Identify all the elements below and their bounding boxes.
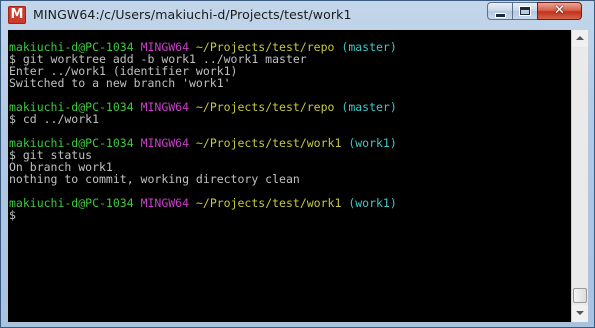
terminal-window: M MINGW64:/c/Users/makiuchi-d/Projects/t…	[0, 0, 595, 328]
prompt-branch: (work1)	[348, 196, 397, 210]
scroll-up-arrow-icon[interactable]	[572, 30, 588, 47]
prompt-path: ~/Projects/test/work1	[195, 136, 342, 150]
prompt-branch: (work1)	[348, 136, 397, 150]
output-line: nothing to commit, working directory cle…	[9, 172, 300, 186]
maximize-icon	[520, 7, 530, 15]
prompt-branch: (master)	[341, 100, 397, 114]
prompt-path: ~/Projects/test/work1	[195, 196, 342, 210]
console-output: makiuchi-d@PC-1034 MINGW64 ~/Projects/te…	[9, 41, 397, 221]
scrollbar-thumb[interactable]	[573, 288, 587, 303]
output-line: Switched to a new branch 'work1'	[9, 76, 231, 90]
mingw-app-icon[interactable]: M	[8, 6, 26, 24]
prompt-user: makiuchi-d@PC-1034	[9, 196, 134, 210]
minimize-button[interactable]	[487, 2, 513, 20]
close-button[interactable]: ✕	[537, 2, 582, 20]
command-line: $ cd ../work1	[9, 112, 100, 126]
title-bar[interactable]: M MINGW64:/c/Users/makiuchi-d/Projects/t…	[1, 1, 594, 29]
prompt-host: MINGW64	[140, 100, 190, 114]
minimize-icon	[496, 14, 505, 17]
prompt-line: makiuchi-d@PC-1034 MINGW64 ~/Projects/te…	[9, 197, 397, 209]
prompt-path: ~/Projects/test/repo	[195, 100, 335, 114]
scroll-down-arrow-icon[interactable]	[572, 305, 588, 322]
terminal-console[interactable]: makiuchi-d@PC-1034 MINGW64 ~/Projects/te…	[8, 30, 571, 322]
close-icon: ✕	[554, 3, 565, 18]
window-title: MINGW64:/c/Users/makiuchi-d/Projects/tes…	[33, 7, 352, 22]
prompt-host: MINGW64	[140, 196, 190, 210]
command-line: $	[9, 208, 16, 222]
prompt-branch: (master)	[341, 40, 397, 54]
maximize-button[interactable]	[512, 2, 538, 20]
vertical-scrollbar[interactable]	[571, 30, 588, 322]
prompt-host: MINGW64	[140, 136, 190, 150]
